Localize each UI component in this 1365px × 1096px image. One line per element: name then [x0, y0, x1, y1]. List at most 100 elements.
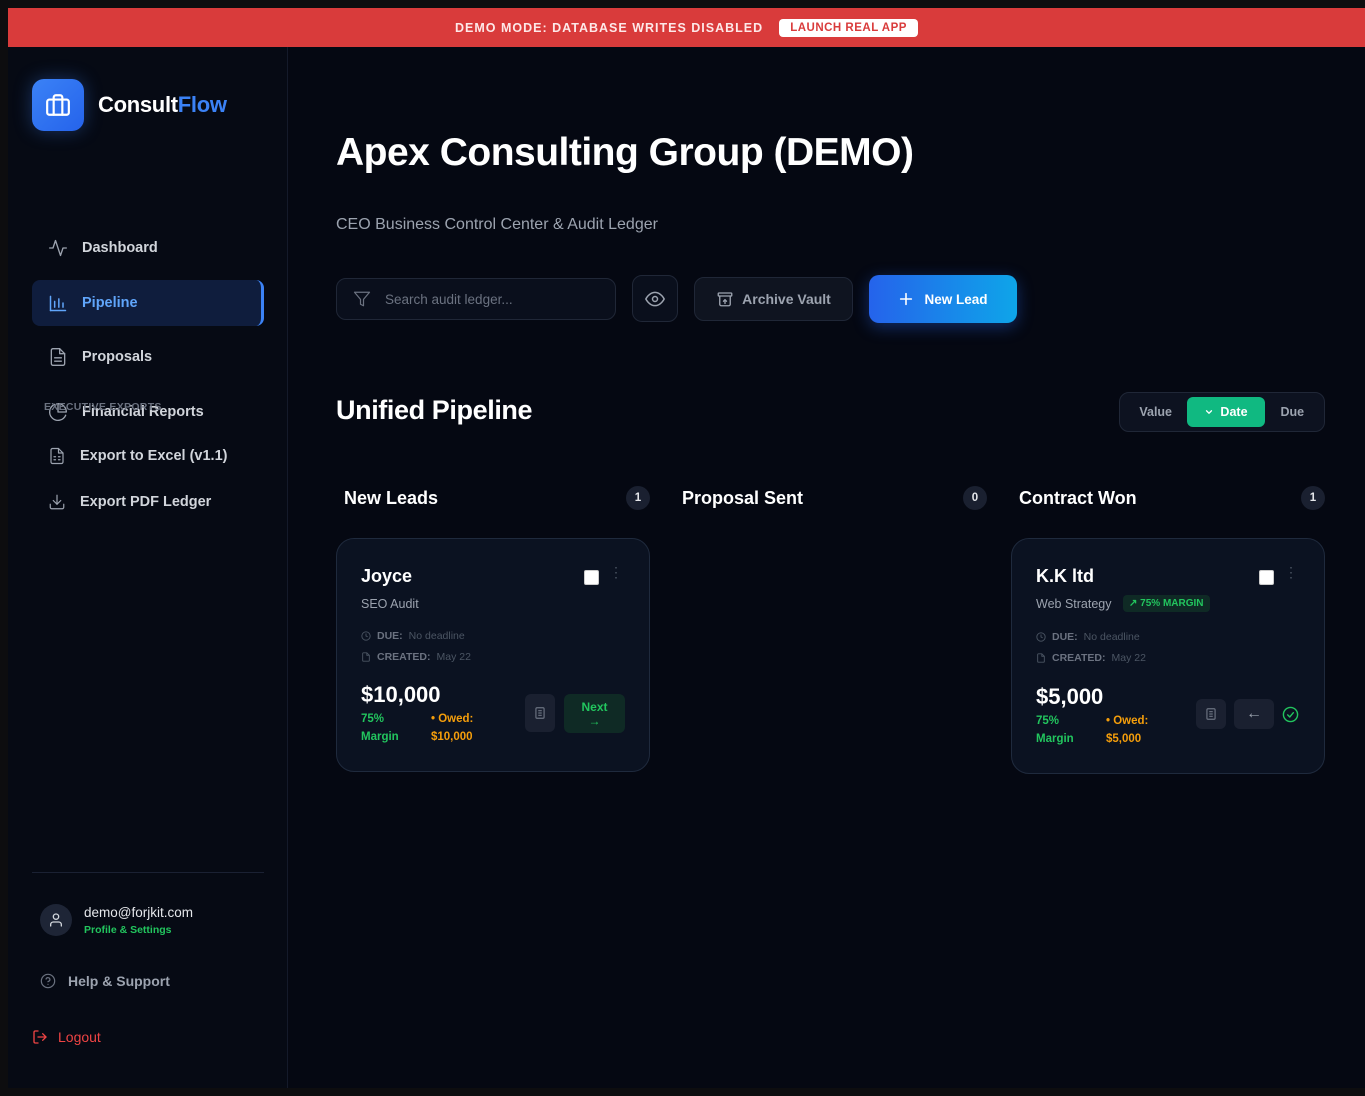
archive-icon [717, 292, 733, 307]
logout-icon [33, 1030, 47, 1044]
user-email: demo@forjkit.com [84, 904, 193, 920]
logout-button[interactable]: Logout [32, 1029, 101, 1045]
lead-card-joyce[interactable]: Joyce ⋮ SEO Audit DUE: No deadline CREAT… [336, 538, 650, 772]
sidebar-item-proposals[interactable]: Proposals [32, 334, 264, 380]
export-excel-label: Export to Excel (v1.1) [80, 448, 228, 464]
user-icon [50, 913, 62, 927]
brand-name-accent: Flow [177, 92, 227, 117]
sort-date-option[interactable]: Date [1187, 397, 1265, 427]
file-text-icon [50, 348, 66, 366]
column-count-badge: 1 [1301, 486, 1325, 510]
sidebar: ConsultFlow Dashboard Pipeline Proposals… [8, 47, 288, 1088]
created-label: CREATED: [1052, 652, 1106, 664]
app-frame: DEMO MODE: DATABASE WRITES DISABLED LAUN… [8, 8, 1365, 1088]
sort-due-option[interactable]: Due [1265, 397, 1320, 427]
move-back-button[interactable]: ← [1234, 699, 1274, 729]
main-content: Apex Consulting Group (DEMO) CEO Busines… [289, 47, 1365, 1088]
document-icon [535, 707, 545, 719]
owed-label: • Owed: [1106, 715, 1149, 727]
card-select-checkbox[interactable] [584, 570, 599, 585]
page-title: Apex Consulting Group (DEMO) [336, 131, 914, 174]
next-label: Next [581, 699, 608, 714]
logout-label: Logout [58, 1029, 101, 1045]
new-lead-button[interactable]: New Lead [869, 275, 1017, 323]
check-circle-icon[interactable] [1282, 706, 1299, 728]
new-lead-label: New Lead [924, 291, 988, 307]
created-label: CREATED: [377, 651, 431, 663]
pipeline-title: Unified Pipeline [336, 395, 533, 425]
due-value: No deadline [1083, 631, 1140, 643]
help-circle-icon [40, 973, 56, 989]
card-client-name: K.K ltd [1036, 566, 1094, 586]
plus-icon [900, 292, 913, 306]
card-owed-stat: • Owed: $5,000 [1106, 712, 1148, 748]
column-header-new-leads: New Leads 1 [344, 486, 650, 510]
column-title: New Leads [344, 487, 439, 508]
due-label: DUE: [1052, 631, 1078, 643]
card-created-row: CREATED: May 22 [361, 651, 471, 663]
owed-label: • Owed: [431, 713, 474, 725]
profile-settings-link[interactable]: Profile & Settings [84, 924, 193, 936]
column-header-contract-won: Contract Won 1 [1019, 486, 1325, 510]
card-margin-stat: 75% Margin [1036, 712, 1074, 748]
margin-badge: ↗ 75% MARGIN [1123, 595, 1210, 612]
brand-logo[interactable]: ConsultFlow [32, 79, 227, 131]
executive-exports-heading: EXECUTIVE EXPORTS [44, 401, 162, 413]
card-client-name: Joyce [361, 566, 413, 586]
page-subtitle: CEO Business Control Center & Audit Ledg… [336, 216, 658, 233]
toggle-visibility-button[interactable] [632, 275, 678, 322]
clock-icon [1036, 632, 1046, 642]
card-service: Web Strategy [1036, 597, 1112, 611]
clock-icon [361, 631, 371, 641]
more-options-icon[interactable]: ⋮ [1284, 564, 1298, 581]
chevron-down-icon [1206, 410, 1213, 414]
view-proposal-button[interactable] [525, 694, 555, 732]
bar-chart-icon [49, 295, 67, 311]
lead-card-kk-ltd[interactable]: K.K ltd ⋮ Web Strategy ↗ 75% MARGIN DUE:… [1011, 538, 1325, 774]
export-pdf-button[interactable]: Export PDF Ledger [48, 479, 227, 525]
card-created-row: CREATED: May 22 [1036, 652, 1146, 664]
file-icon [362, 652, 370, 662]
card-owed-stat: • Owed: $10,000 [431, 710, 473, 746]
sidebar-item-label: Dashboard [82, 240, 158, 256]
sort-value-option[interactable]: Value [1124, 397, 1187, 427]
download-icon [49, 494, 65, 510]
arrow-left-icon: ← [1246, 705, 1262, 722]
archive-vault-button[interactable]: Archive Vault [694, 277, 853, 321]
eye-icon [645, 291, 665, 306]
card-amount: $10,000 [361, 682, 441, 707]
column-count-badge: 0 [963, 486, 987, 510]
sidebar-item-label: Proposals [82, 349, 153, 365]
search-box [336, 278, 616, 320]
arrow-right-icon: → [588, 713, 601, 728]
avatar [40, 904, 72, 936]
margin-percent: 75% [1036, 715, 1060, 727]
margin-label: Margin [1036, 733, 1074, 745]
brand-name-main: Consult [98, 92, 178, 117]
due-value: No deadline [408, 630, 465, 642]
created-value: May 22 [1111, 652, 1146, 664]
demo-banner-text: DEMO MODE: DATABASE WRITES DISABLED [455, 20, 764, 35]
help-support-link[interactable]: Help & Support [40, 973, 170, 989]
column-title: Contract Won [1019, 487, 1137, 508]
sidebar-item-dashboard[interactable]: Dashboard [32, 225, 264, 271]
more-options-icon[interactable]: ⋮ [609, 564, 623, 581]
sidebar-item-pipeline[interactable]: Pipeline [32, 279, 264, 326]
briefcase-icon [32, 79, 84, 131]
card-margin-stat: 75% Margin [361, 710, 399, 746]
view-proposal-button[interactable] [1196, 699, 1226, 729]
export-excel-button[interactable]: Export to Excel (v1.1) [48, 433, 227, 479]
column-title: Proposal Sent [682, 487, 804, 508]
launch-real-app-button[interactable]: LAUNCH REAL APP [779, 18, 918, 37]
sidebar-item-label: Pipeline [82, 294, 138, 311]
move-next-button[interactable]: Next → [564, 694, 625, 733]
export-pdf-label: Export PDF Ledger [80, 494, 212, 510]
user-profile[interactable]: demo@forjkit.com Profile & Settings [40, 904, 193, 936]
card-select-checkbox[interactable] [1259, 570, 1274, 585]
document-icon [1206, 708, 1216, 720]
card-amount: $5,000 [1036, 684, 1104, 709]
search-input[interactable] [385, 291, 585, 307]
sort-toggle: Value Date Due [1119, 392, 1325, 432]
due-label: DUE: [377, 630, 403, 642]
card-due-row: DUE: No deadline [1036, 631, 1140, 643]
